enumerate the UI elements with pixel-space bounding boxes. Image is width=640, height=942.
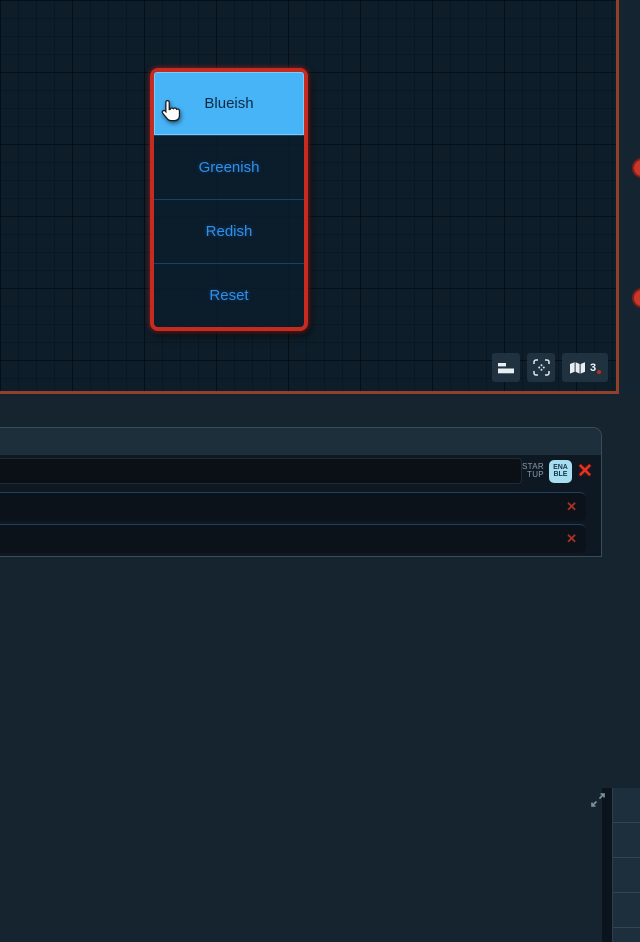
color-context-menu: Blueish Greenish Redish Reset — [150, 68, 308, 331]
remove-row-button[interactable]: ✕ — [566, 531, 577, 547]
remove-row-button[interactable]: ✕ — [566, 499, 577, 515]
fit-view-button[interactable] — [527, 353, 555, 382]
notification-dot — [597, 370, 601, 374]
menu-item-greenish[interactable]: Greenish — [154, 135, 304, 199]
menu-item-reset[interactable]: Reset — [154, 263, 304, 327]
startup-label: STAR TUP — [522, 463, 544, 480]
items-panel-header — [0, 428, 601, 455]
right-edge-column — [619, 0, 640, 394]
startup-row-input[interactable] — [0, 458, 522, 484]
bars-icon — [498, 362, 514, 374]
map-icon — [569, 361, 586, 375]
remove-row-button[interactable]: ✕ — [577, 462, 593, 481]
side-scroll-strip[interactable] — [612, 788, 640, 942]
enable-toggle-button[interactable]: ENA BLE — [549, 460, 572, 483]
minimap-count: 3 — [590, 362, 596, 374]
list-row[interactable]: ✕ — [0, 492, 586, 521]
resize-handle[interactable] — [588, 790, 608, 810]
panel-gap — [602, 788, 612, 942]
minimap-button[interactable]: 3 — [562, 353, 608, 382]
flow-canvas[interactable] — [0, 0, 616, 391]
align-layers-button[interactable] — [492, 353, 520, 382]
startup-row-controls: STAR TUP ENA BLE ✕ — [522, 456, 593, 486]
list-row[interactable]: ✕ — [0, 524, 586, 553]
menu-item-blueish[interactable]: Blueish — [154, 72, 304, 135]
menu-item-redish[interactable]: Redish — [154, 199, 304, 263]
focus-icon — [533, 359, 550, 376]
